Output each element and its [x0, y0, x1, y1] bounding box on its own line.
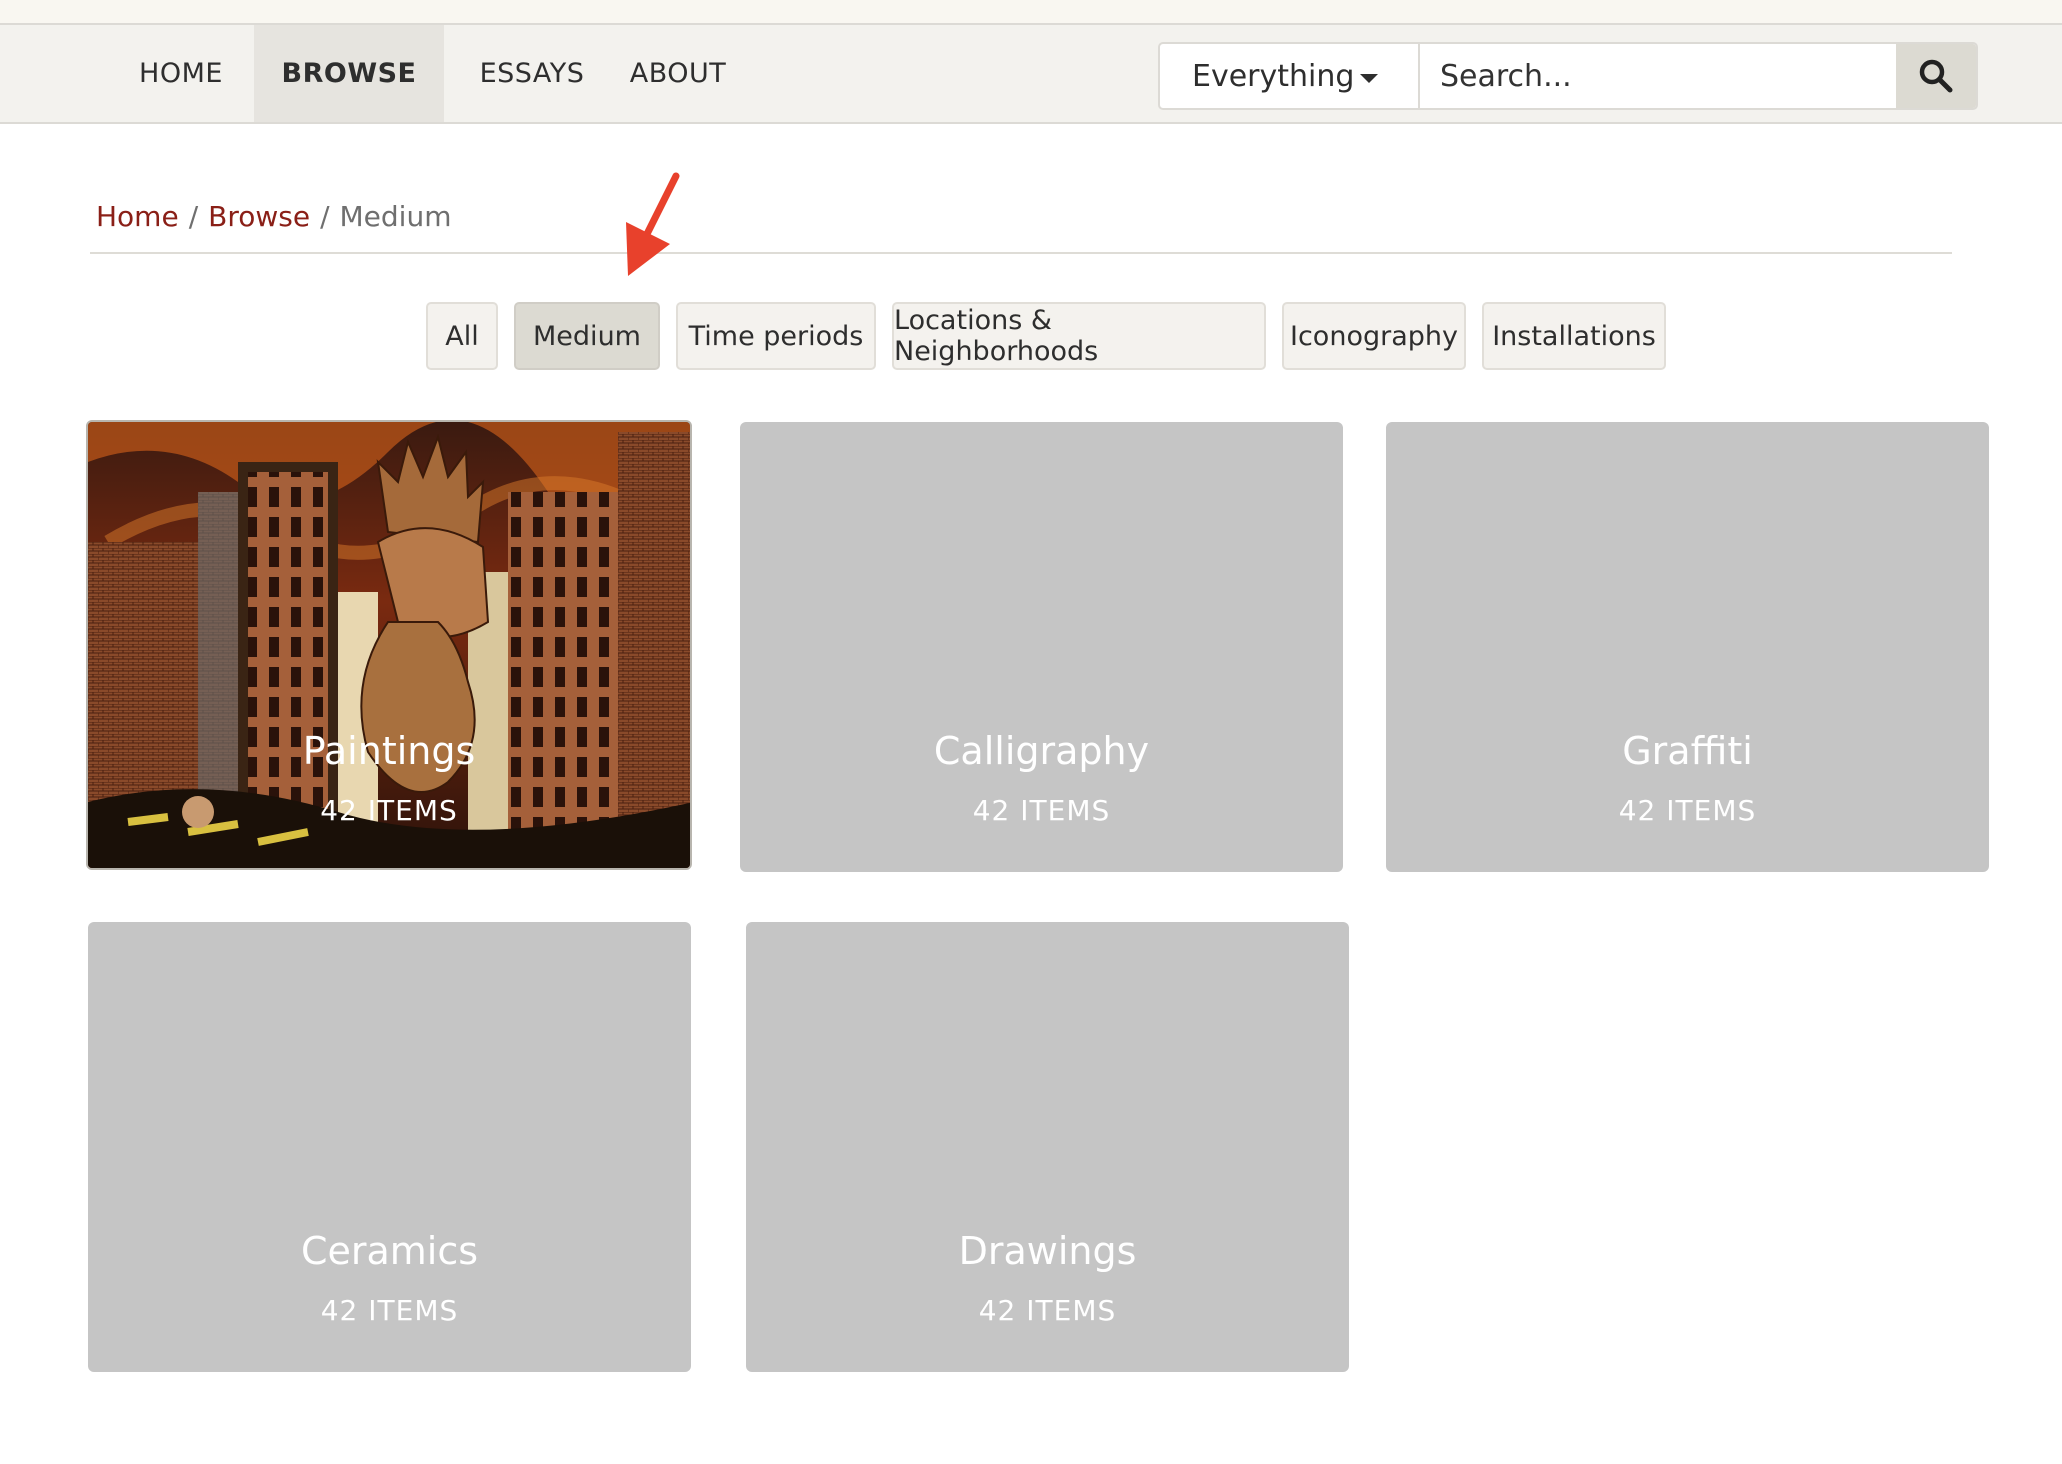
search-scope-dropdown[interactable]: Everything	[1160, 44, 1420, 108]
nav-about[interactable]: ABOUT	[620, 25, 736, 122]
card-item-count: 42 ITEMS	[972, 794, 1111, 827]
filter-medium[interactable]: Medium	[514, 302, 660, 370]
breadcrumb-separator: /	[188, 200, 199, 233]
search-icon	[1919, 59, 1953, 93]
filter-all[interactable]: All	[426, 302, 498, 370]
card-title: Graffiti	[1622, 729, 1753, 773]
category-card-paintings[interactable]: Paintings 42 ITEMS	[86, 420, 692, 870]
main-navbar: HOME BROWSE ESSAYS ABOUT Everything	[0, 25, 2062, 124]
search-group: Everything	[1158, 42, 1978, 110]
card-title: Calligraphy	[933, 729, 1150, 773]
breadcrumb-separator: /	[320, 200, 330, 233]
breadcrumb-current: Medium	[339, 200, 452, 233]
filter-iconography[interactable]: Iconography	[1282, 302, 1466, 370]
card-item-count: 42 ITEMS	[320, 1294, 459, 1327]
caret-down-icon	[1360, 74, 1378, 83]
card-title: Drawings	[958, 1229, 1137, 1273]
top-strip	[0, 0, 2062, 25]
card-item-count: 42 ITEMS	[320, 794, 458, 827]
card-title: Ceramics	[300, 1229, 479, 1273]
category-card-drawings[interactable]: Drawings 42 ITEMS	[746, 922, 1349, 1372]
search-scope-label: Everything	[1192, 58, 1355, 94]
nav-browse[interactable]: BROWSE	[254, 25, 444, 122]
category-card-ceramics[interactable]: Ceramics 42 ITEMS	[88, 922, 691, 1372]
search-input[interactable]	[1420, 44, 1896, 108]
filter-locations-neighborhoods[interactable]: Locations & Neighborhoods	[892, 302, 1266, 370]
breadcrumb-browse[interactable]: Browse	[208, 200, 310, 233]
category-card-graffiti[interactable]: Graffiti 42 ITEMS	[1386, 422, 1989, 872]
breadcrumb: Home / Browse / Medium	[96, 200, 451, 233]
filter-tabs: All Medium Time periods Locations & Neig…	[0, 302, 2062, 370]
breadcrumb-divider	[90, 252, 1952, 254]
nav-essays[interactable]: ESSAYS	[462, 25, 602, 122]
filter-time-periods[interactable]: Time periods	[676, 302, 876, 370]
card-title: Paintings	[302, 729, 476, 773]
card-item-count: 42 ITEMS	[1618, 794, 1757, 827]
nav-home[interactable]: HOME	[110, 25, 252, 122]
card-item-count: 42 ITEMS	[978, 1294, 1117, 1327]
annotation-arrow-icon	[626, 172, 680, 276]
breadcrumb-home[interactable]: Home	[96, 200, 179, 233]
search-button[interactable]	[1896, 44, 1976, 108]
category-card-calligraphy[interactable]: Calligraphy 42 ITEMS	[740, 422, 1343, 872]
filter-installations[interactable]: Installations	[1482, 302, 1666, 370]
